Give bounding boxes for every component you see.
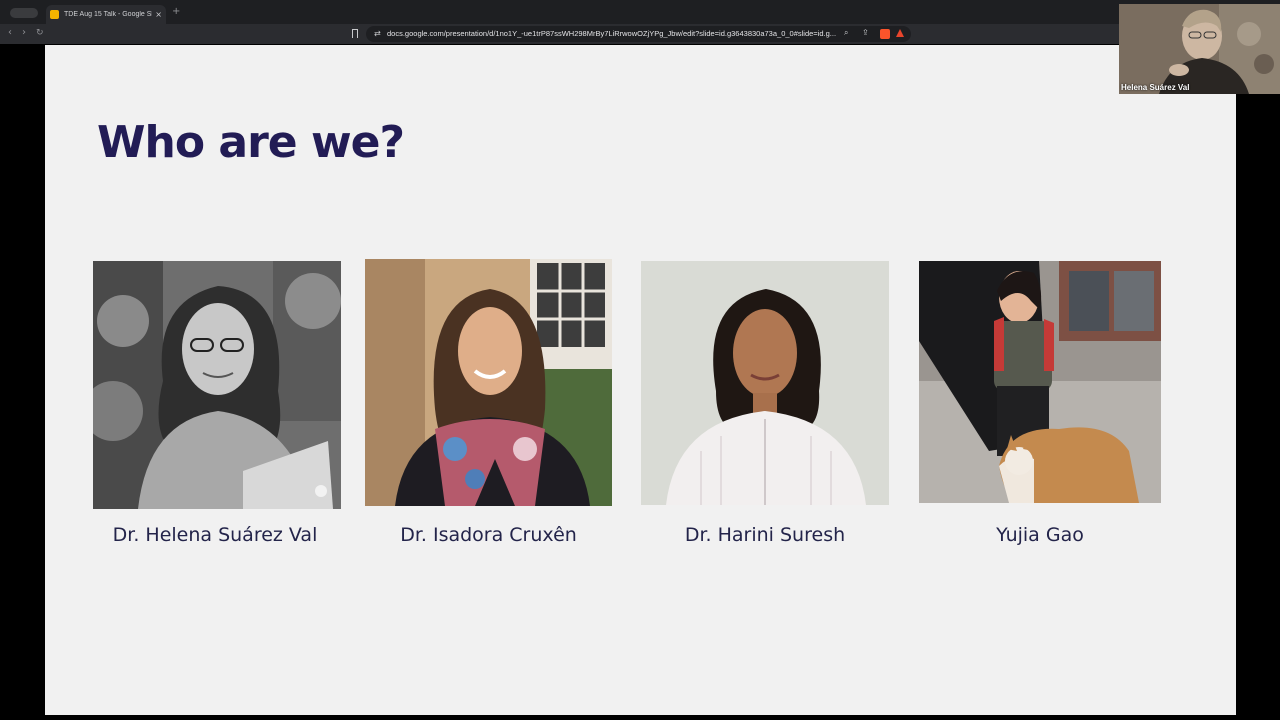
brave-shield-icon[interactable] <box>880 29 890 39</box>
back-icon[interactable]: ‹ <box>8 27 12 38</box>
video-feed <box>1119 4 1280 94</box>
browser-window: TDE Aug 15 Talk - Google Slides × + ‹ › … <box>0 0 1280 720</box>
photo-yujia <box>919 261 1161 503</box>
site-settings-icon[interactable]: ⇄ <box>374 29 381 38</box>
new-tab-icon[interactable]: + <box>172 6 180 17</box>
close-icon[interactable]: × <box>155 10 162 19</box>
window-controls[interactable] <box>10 8 38 18</box>
url-text: docs.google.com/presentation/d/1no1Y_-ue… <box>387 29 837 38</box>
share-icon[interactable]: ⇪ <box>862 28 869 37</box>
browser-toolbar: ‹ › ↻ ⇄ docs.google.com/presentation/d/1… <box>0 24 1280 44</box>
address-bar[interactable]: ⇄ docs.google.com/presentation/d/1no1Y_-… <box>366 26 911 42</box>
presentation-slide: Who are we? Dr. Helena Suárez Val Dr. Is… <box>45 45 1236 715</box>
bookmark-icon[interactable] <box>352 29 358 38</box>
person-name: Dr. Isadora Cruxên <box>400 524 577 546</box>
slide-title: Who are we? <box>97 117 405 168</box>
photo-isadora <box>365 259 612 506</box>
rewards-icon[interactable] <box>896 29 904 37</box>
person-name: Dr. Helena Suárez Val <box>112 524 318 546</box>
tab-title: TDE Aug 15 Talk - Google Slides <box>64 11 152 18</box>
google-slides-icon <box>50 10 59 19</box>
photo-harini <box>641 261 889 505</box>
reload-icon[interactable]: ↻ <box>36 28 44 38</box>
zoom-icon[interactable]: ⌕ <box>844 28 848 38</box>
participant-name: Helena Suárez Val <box>1121 83 1190 92</box>
tab-google-slides[interactable]: TDE Aug 15 Talk - Google Slides × <box>46 5 166 24</box>
person-name: Dr. Harini Suresh <box>684 524 846 546</box>
video-call-thumbnail[interactable]: Helena Suárez Val <box>1119 4 1280 94</box>
person-name: Yujia Gao <box>996 524 1084 546</box>
photo-helena <box>93 261 341 509</box>
forward-icon[interactable]: › <box>22 27 26 38</box>
tab-strip: TDE Aug 15 Talk - Google Slides × + <box>0 0 1280 24</box>
